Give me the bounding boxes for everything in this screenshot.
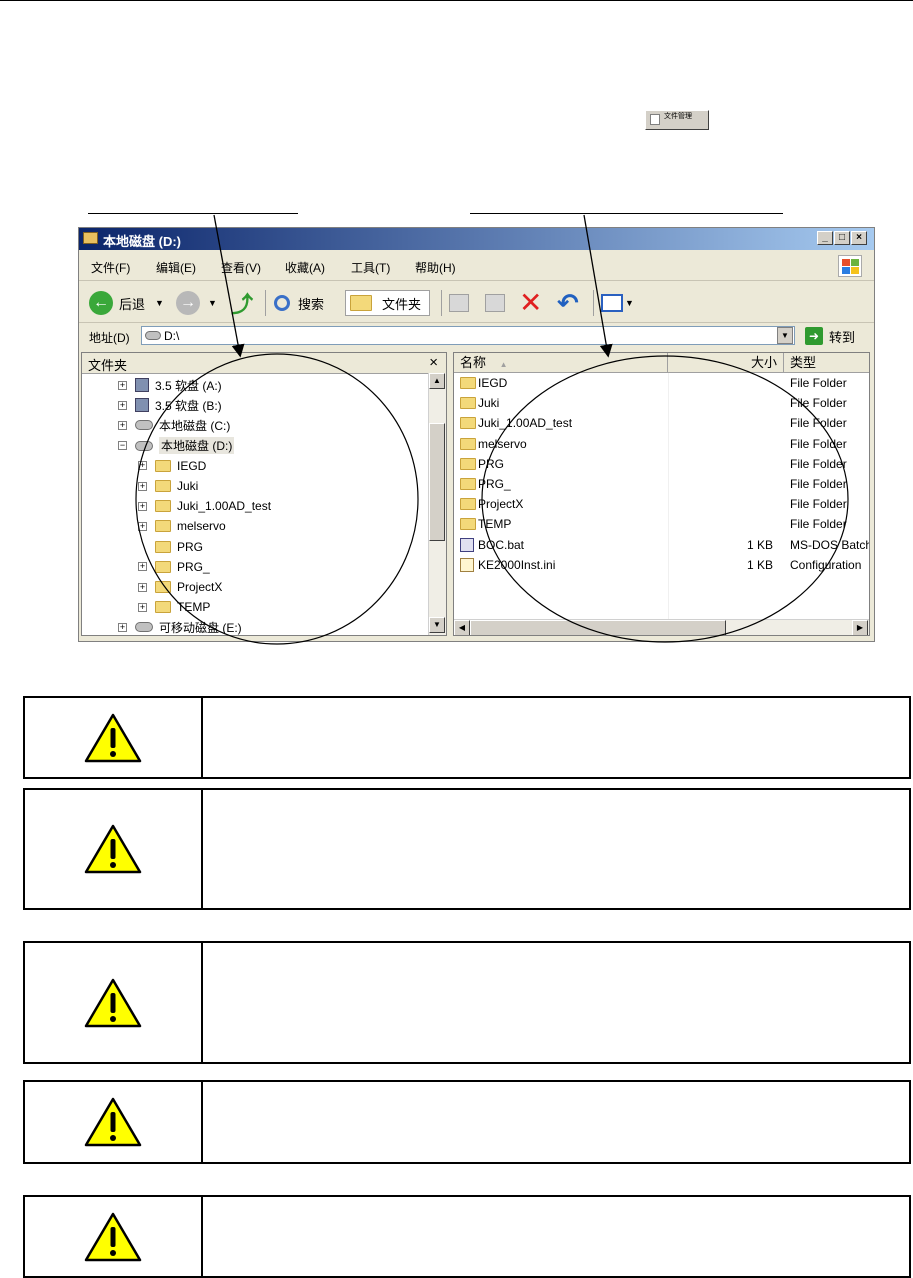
callout-ellipse-left: [135, 353, 419, 645]
callout-arrow-right: [583, 214, 613, 358]
warning-triangle-icon: [84, 1097, 142, 1147]
warning-icon-cell: [25, 943, 203, 1062]
warning-icon-cell: [25, 698, 203, 777]
warning-icon-cell: [25, 790, 203, 908]
warning-triangle-icon: [84, 978, 142, 1027]
warning-triangle-icon: [84, 824, 142, 874]
warning-box-3: [23, 941, 911, 1064]
warning-box-4: [23, 1080, 911, 1164]
warning-icon-cell: [25, 1197, 203, 1276]
warning-triangle-icon: [84, 713, 142, 762]
warning-box-5: [23, 1195, 911, 1278]
warning-icon-cell: [25, 1082, 203, 1162]
warning-box-1: [23, 696, 911, 779]
callout-arrow-left: [213, 214, 245, 358]
warning-box-2: [23, 788, 911, 910]
warning-triangle-icon: [84, 1212, 142, 1261]
callout-ellipse-right: [481, 355, 849, 643]
